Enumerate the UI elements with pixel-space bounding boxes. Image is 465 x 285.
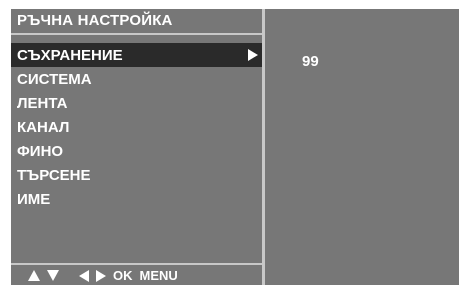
menu-item-search[interactable]: ТЪРСЕНЕ (11, 163, 262, 187)
panel-divider (262, 9, 265, 285)
left-arrow-icon (79, 269, 89, 282)
menu-item-label: ТЪРСЕНЕ (17, 166, 91, 184)
menu-item-label: СЪХРАНЕНИЕ (17, 46, 123, 64)
menu-item-label: КАНАЛ (17, 118, 70, 136)
menu-item-fine[interactable]: ФИНО (11, 139, 262, 163)
ok-hint: OK (113, 268, 133, 283)
settings-menu: СЪХРАНЕНИЕ СИСТЕМА ЛЕНТА КАНАЛ ФИНО ТЪРС… (11, 43, 262, 211)
menu-item-label: СИСТЕМА (17, 70, 92, 88)
submenu-arrow-icon (248, 49, 258, 61)
navigation-hint: OK MENU (28, 268, 178, 283)
menu-item-band[interactable]: ЛЕНТА (11, 91, 262, 115)
title-bar: РЪЧНА НАСТРОЙКА (11, 9, 262, 35)
menu-item-storage[interactable]: СЪХРАНЕНИЕ (11, 43, 262, 67)
right-arrow-icon (96, 269, 106, 282)
menu-title: РЪЧНА НАСТРОЙКА (17, 12, 173, 29)
menu-item-name[interactable]: ИМЕ (11, 187, 262, 211)
menu-item-label: ФИНО (17, 142, 64, 160)
navigation-hint-bar: OK MENU (11, 263, 262, 285)
down-arrow-icon (47, 270, 59, 281)
menu-item-label: ЛЕНТА (17, 94, 68, 112)
storage-value: 99 (302, 53, 319, 70)
menu-hint: MENU (139, 268, 178, 283)
menu-item-channel[interactable]: КАНАЛ (11, 115, 262, 139)
menu-item-label: ИМЕ (17, 190, 51, 208)
menu-item-system[interactable]: СИСТЕМА (11, 67, 262, 91)
up-arrow-icon (28, 270, 40, 281)
